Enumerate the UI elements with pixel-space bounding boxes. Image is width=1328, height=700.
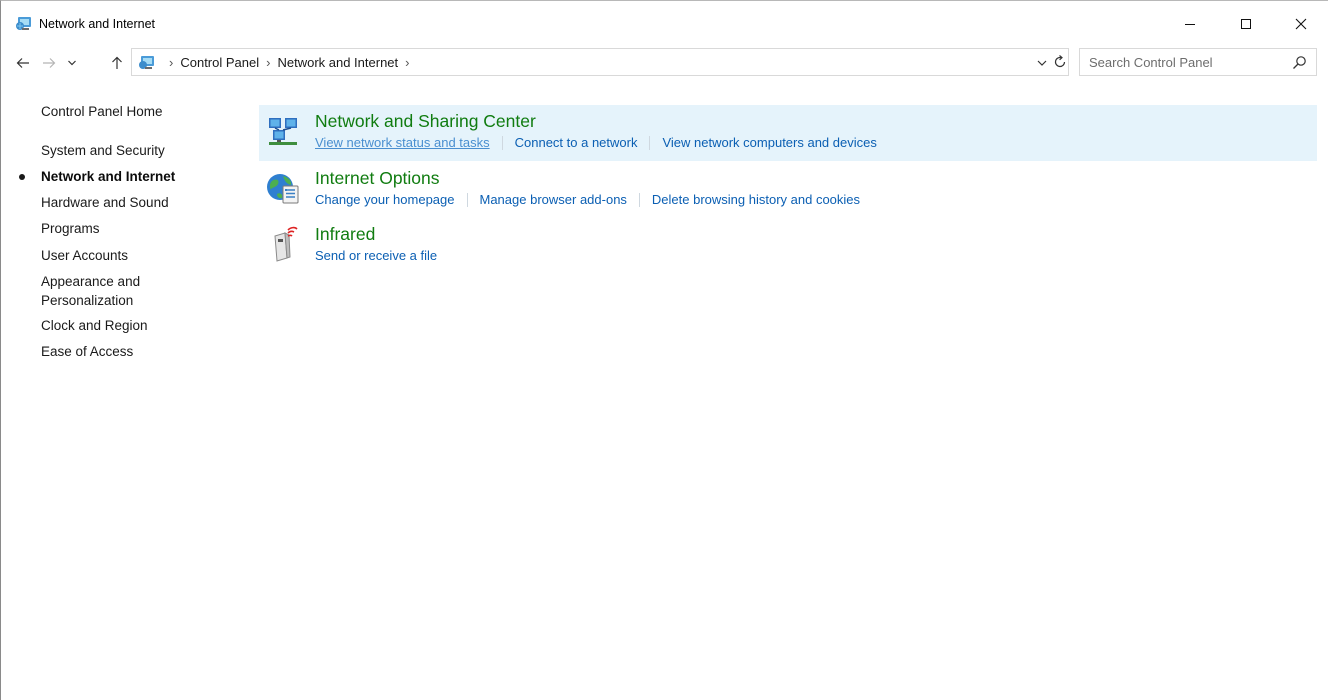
back-button[interactable] — [11, 47, 35, 79]
arrow-left-icon — [16, 58, 29, 68]
chevron-down-icon[interactable] — [1035, 56, 1049, 70]
internet-options-icon[interactable] — [263, 168, 303, 208]
link-manage-browser-addons[interactable]: Manage browser add-ons — [480, 192, 627, 207]
breadcrumb-network-and-internet[interactable]: Network and Internet — [277, 55, 398, 70]
sidebar-item-clock-and-region[interactable]: Clock and Region — [41, 316, 148, 335]
link-connect-to-network[interactable]: Connect to a network — [515, 135, 638, 150]
sidebar-item-programs[interactable]: Programs — [41, 219, 100, 238]
forward-button[interactable] — [37, 47, 61, 79]
search-icon[interactable] — [1292, 55, 1307, 70]
link-change-homepage[interactable]: Change your homepage — [315, 192, 455, 207]
window-title: Network and Internet — [39, 17, 156, 31]
sidebar-item-hardware-and-sound[interactable]: Hardware and Sound — [41, 193, 169, 212]
breadcrumb-control-panel[interactable]: Control Panel — [180, 55, 259, 70]
maximize-button[interactable] — [1223, 1, 1269, 47]
chevron-down-icon — [68, 60, 76, 66]
maximize-icon — [1241, 19, 1251, 29]
link-separator — [501, 135, 503, 150]
search-box[interactable]: Search Control Panel — [1079, 48, 1317, 76]
chevron-right-icon[interactable]: › — [405, 55, 409, 70]
link-send-receive-file[interactable]: Send or receive a file — [315, 248, 437, 263]
arrow-up-icon — [112, 56, 122, 69]
network-sharing-icon[interactable] — [263, 111, 303, 151]
title-bar[interactable]: Network and Internet — [1, 1, 1328, 47]
refresh-icon[interactable] — [1052, 54, 1068, 70]
sidebar-item-appearance-and-personalization[interactable]: Appearance and Personalization — [41, 272, 171, 310]
category-links-network: View network status and tasks Connect to… — [315, 135, 877, 150]
current-page-bullet — [19, 174, 25, 180]
close-button[interactable] — [1278, 1, 1324, 47]
link-separator — [649, 135, 651, 150]
link-separator — [638, 192, 640, 207]
chevron-right-icon[interactable]: › — [266, 55, 270, 70]
minimize-button[interactable] — [1167, 1, 1213, 47]
sidebar-item-user-accounts[interactable]: User Accounts — [41, 246, 128, 265]
link-view-network-status[interactable]: View network status and tasks — [315, 135, 490, 150]
control-panel-window: Network and Internet › Control Panel › N… — [0, 0, 1328, 700]
category-title-network-and-sharing-center[interactable]: Network and Sharing Center — [315, 111, 536, 132]
infrared-icon[interactable] — [263, 224, 303, 264]
breadcrumb: › Control Panel › Network and Internet › — [162, 55, 417, 70]
close-icon — [1295, 18, 1307, 30]
control-panel-icon — [139, 56, 154, 69]
category-internet-options: Internet Options Change your homepage Ma… — [259, 162, 1317, 218]
navigation-bar: › Control Panel › Network and Internet ›… — [1, 47, 1328, 79]
category-network-and-sharing-center: Network and Sharing Center View network … — [259, 105, 1317, 161]
link-delete-browsing-history[interactable]: Delete browsing history and cookies — [652, 192, 860, 207]
category-links-infrared: Send or receive a file — [315, 248, 437, 263]
link-view-network-computers[interactable]: View network computers and devices — [662, 135, 876, 150]
control-panel-icon — [16, 17, 31, 30]
search-input[interactable]: Search Control Panel — [1089, 55, 1213, 70]
sidebar-item-network-and-internet[interactable]: Network and Internet — [41, 167, 175, 186]
category-title-internet-options[interactable]: Internet Options — [315, 168, 440, 189]
category-infrared: Infrared Send or receive a file — [259, 218, 1317, 274]
up-button[interactable] — [107, 47, 127, 79]
arrow-right-icon — [43, 58, 56, 68]
recent-locations-button[interactable] — [63, 47, 81, 79]
sidebar-item-ease-of-access[interactable]: Ease of Access — [41, 342, 133, 361]
chevron-right-icon[interactable]: › — [169, 55, 173, 70]
left-navigation-pane: Control Panel Home System and Security N… — [1, 79, 241, 679]
category-links-internet-options: Change your homepage Manage browser add-… — [315, 192, 860, 207]
minimize-icon — [1185, 24, 1195, 25]
address-bar[interactable]: › Control Panel › Network and Internet › — [131, 48, 1069, 76]
sidebar-item-control-panel-home[interactable]: Control Panel Home — [41, 102, 163, 121]
sidebar-item-system-and-security[interactable]: System and Security — [41, 141, 165, 160]
link-separator — [466, 192, 468, 207]
category-title-infrared[interactable]: Infrared — [315, 224, 375, 245]
